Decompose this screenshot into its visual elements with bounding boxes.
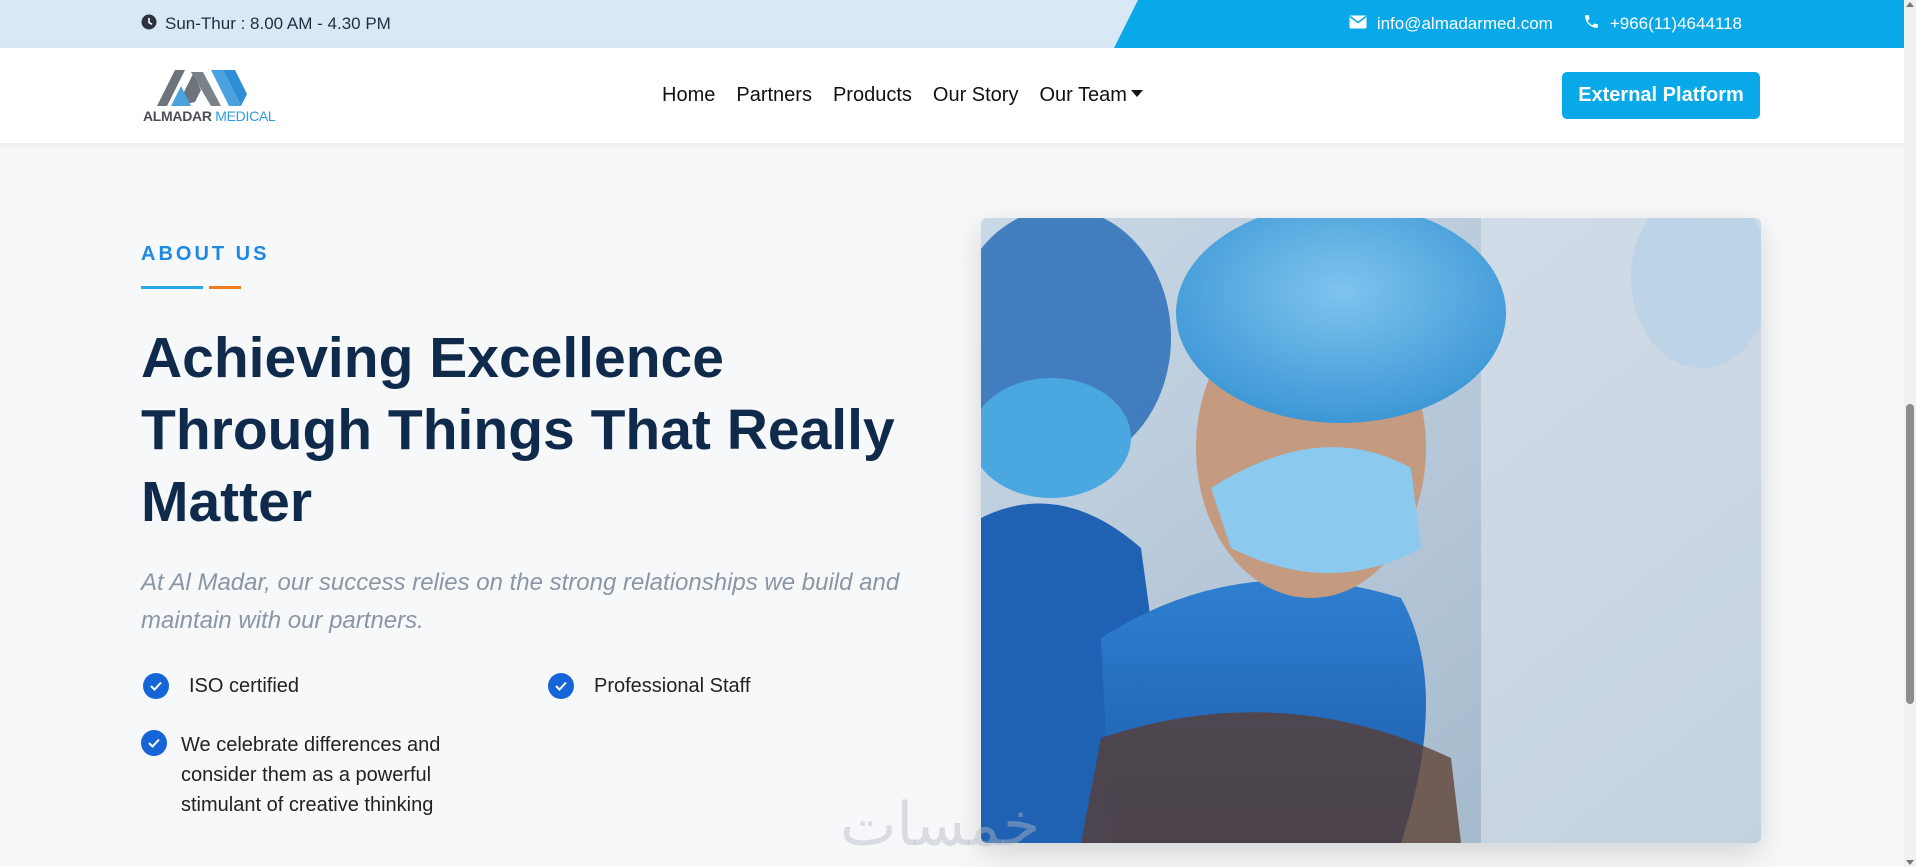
- envelope-icon: [1349, 14, 1367, 34]
- section-lead: At Al Madar, our success relies on the s…: [141, 569, 900, 634]
- email-text[interactable]: info@almadarmed.com: [1377, 14, 1553, 34]
- almadar-logo[interactable]: ALMADAR MEDICAL: [141, 62, 276, 132]
- feature-item: We celebrate differences and consider th…: [141, 730, 461, 820]
- phone-text[interactable]: +966(11)4644118: [1610, 14, 1742, 34]
- watermark-text: خمسات: [840, 790, 1041, 860]
- eyebrow-underline-orange: [209, 286, 241, 289]
- scroll-down-icon[interactable]: [1906, 860, 1914, 865]
- check-icon: [141, 730, 167, 756]
- feature-text: Professional Staff: [594, 675, 751, 697]
- feature-text: ISO certified: [189, 675, 300, 697]
- section-heading: Achieving Excellence Through Things That…: [141, 326, 895, 534]
- eyebrow-underline-blue: [141, 286, 203, 289]
- nav-our-team-label: Our Team: [1039, 84, 1127, 106]
- phone-link[interactable]: +966(11)4644118: [1583, 13, 1742, 35]
- top-info-bar: Sun-Thur : 8.00 AM - 4.30 PM info@almada…: [0, 0, 1904, 48]
- email-link[interactable]: info@almadarmed.com: [1349, 14, 1553, 34]
- contact-strip: info@almadarmed.com +966(11)4644118: [1114, 0, 1904, 48]
- caret-down-icon: [1130, 90, 1143, 97]
- surgeon-photo: [981, 218, 1761, 843]
- external-platform-button[interactable]: External Platform: [1562, 72, 1760, 119]
- nav-our-story[interactable]: Our Story: [933, 84, 1019, 107]
- scroll-up-icon[interactable]: [1906, 2, 1914, 7]
- check-icon: [548, 673, 574, 699]
- section-eyebrow: ABOUT US: [141, 243, 270, 265]
- main-navbar: ALMADAR MEDICAL Home Partners Products O…: [0, 48, 1904, 143]
- clock-icon: [141, 14, 157, 35]
- nav-menu: Home Partners Products Our Story Our Tea…: [662, 48, 1143, 143]
- feature-item: Professional Staff: [548, 673, 750, 701]
- nav-products[interactable]: Products: [833, 84, 912, 107]
- scroll-thumb[interactable]: [1906, 404, 1914, 704]
- feature-text: We celebrate differences and consider th…: [181, 734, 441, 816]
- nav-our-team[interactable]: Our Team: [1039, 84, 1143, 107]
- logo-mark-icon: [157, 70, 247, 106]
- feature-item: ISO certified: [143, 673, 299, 701]
- phone-icon: [1583, 13, 1600, 35]
- nav-home[interactable]: Home: [662, 84, 715, 107]
- check-icon: [143, 673, 169, 699]
- opening-hours: Sun-Thur : 8.00 AM - 4.30 PM: [141, 0, 391, 48]
- nav-partners[interactable]: Partners: [736, 84, 812, 107]
- page-scrollbar[interactable]: [1904, 0, 1916, 867]
- hours-text: Sun-Thur : 8.00 AM - 4.30 PM: [165, 14, 391, 33]
- logo-text: ALMADAR MEDICAL: [143, 108, 276, 124]
